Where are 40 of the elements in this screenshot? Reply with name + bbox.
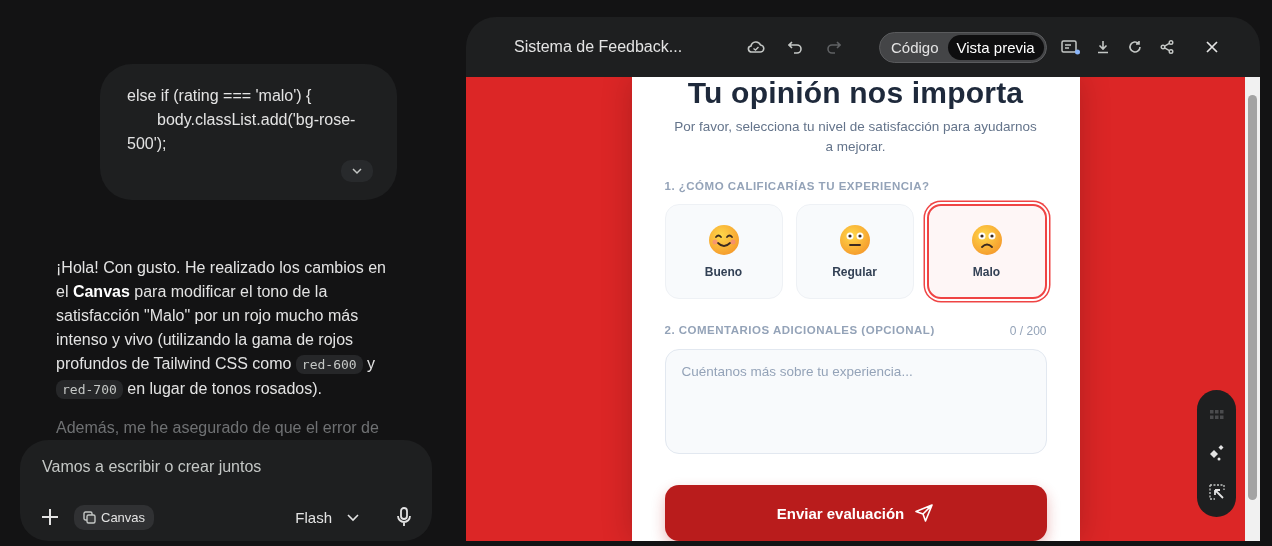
document-title: Sistema de Feedback...	[514, 38, 684, 56]
smiling-face-icon	[707, 224, 740, 256]
share-icon	[1159, 40, 1174, 54]
plus-icon	[40, 507, 60, 527]
terminal-icon	[1060, 39, 1081, 55]
view-tab[interactable]: Código	[882, 34, 948, 60]
refresh-icon	[1127, 40, 1142, 54]
question-label: 1. ¿CÓMO CALIFICARÍAS TU EXPERIENCIA?	[664, 180, 931, 192]
close-icon	[1206, 41, 1218, 53]
response-paragraph: ¡Hola! Con gusto. He realizado los cambios en el Canvas para modificar el tono de la satisfacción "Malo" por un rojo mucho más intenso y vivo (utilizando la gama de rojos profundos de Tailwind CSS como red-600 y red-700 en lugar de tonos rosados).	[56, 258, 387, 401]
cloud-icon	[747, 39, 765, 55]
form-title: Tu opinión nos importa	[686, 77, 1025, 111]
code-line: body.classList.add('bg-rose-	[156, 110, 356, 130]
canvas-chip[interactable]: Canvas	[74, 504, 155, 530]
send-icon	[914, 503, 935, 523]
undo-icon	[788, 40, 802, 54]
microphone-icon	[396, 507, 412, 527]
question-label: 2. COMENTARIOS ADICIONALES (OPCIONAL)	[664, 324, 935, 338]
character-counter: 0 / 200	[1009, 324, 1047, 338]
selection-arrow-icon	[1208, 483, 1225, 500]
download-icon	[1095, 40, 1110, 54]
view-tab[interactable]: Vista previa	[947, 34, 1044, 60]
scrollbar-thumb[interactable]	[1248, 95, 1257, 500]
prompt-input[interactable]: Vamos a escribir o crear juntos	[42, 456, 418, 478]
comment-field[interactable]: Cuéntanos más sobre tu experiencia...	[664, 349, 1047, 454]
frowning-face-icon	[970, 224, 1003, 256]
rating-option[interactable]: Regular	[795, 204, 914, 299]
form-subtitle: Por favor, selecciona tu nivel de satisfacción para ayudarnos a mejorar.	[673, 118, 1038, 156]
grid-icon	[1209, 410, 1224, 421]
rating-option[interactable]: Bueno	[664, 204, 783, 299]
code-line: else if (rating === 'malo') {	[127, 86, 312, 106]
submit-button[interactable]: Enviar evaluación	[664, 485, 1047, 541]
model-selector[interactable]: Flash	[295, 508, 360, 526]
rating-option[interactable]: Malo	[926, 204, 1047, 299]
redo-icon	[827, 40, 841, 54]
code-line: 500');	[127, 134, 167, 154]
neutral-face-icon	[838, 224, 871, 256]
expand-button[interactable]	[341, 160, 373, 182]
response-text: Además, me he asegurado de que el error de	[56, 418, 380, 438]
copy-icon	[83, 510, 96, 524]
